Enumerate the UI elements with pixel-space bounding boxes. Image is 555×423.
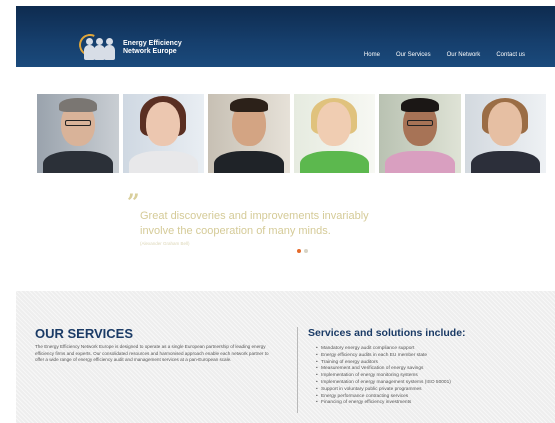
list-item: Implementation of energy management syst…: [316, 380, 451, 387]
main-nav: Home Our Services Our Network Contact us: [348, 52, 525, 58]
slider-quote: Great discoveries and improvements invar…: [140, 210, 369, 237]
quote-author: (Alexander Graham Bell): [140, 241, 190, 246]
services-description: The Energy Efficiency Network Europe is …: [35, 344, 269, 363]
nav-our-services[interactable]: Our Services: [396, 52, 431, 58]
services-title: OUR SERVICES: [35, 326, 134, 341]
team-photo-strip: [37, 94, 546, 173]
list-item: Implementation of energy monitoring syst…: [316, 373, 451, 380]
slider-dot[interactable]: [304, 249, 308, 253]
portrait-photo: [379, 94, 461, 173]
solutions-list: Mandatory energy audit compliance suppor…: [316, 346, 451, 407]
list-item: Mandatory energy audit compliance suppor…: [316, 346, 451, 353]
slider-dot-active[interactable]: [297, 249, 301, 253]
site-logo[interactable]: Energy Efficiency Network Europe: [75, 30, 182, 60]
section-divider: [297, 327, 298, 413]
portrait-photo: [293, 94, 375, 173]
portrait-photo: [37, 94, 119, 173]
list-item: Support in voluntary public private prog…: [316, 387, 451, 394]
solutions-title: Services and solutions include:: [308, 327, 466, 339]
list-item: Energy efficiency audits in each EU memb…: [316, 353, 451, 360]
nav-contact-us[interactable]: Contact us: [496, 52, 525, 58]
nav-home[interactable]: Home: [364, 52, 380, 58]
site-header: Energy Efficiency Network Europe Home Ou…: [16, 6, 555, 67]
slider-pagination: [297, 249, 308, 253]
quote-mark-icon: ”: [127, 190, 140, 216]
logo-text: Energy Efficiency Network Europe: [123, 40, 182, 56]
people-logo-icon: [75, 30, 118, 60]
list-item: Financing of energy efficiency investmen…: [316, 400, 451, 407]
portrait-photo: [464, 94, 546, 173]
portrait-photo: [122, 94, 204, 173]
nav-our-network[interactable]: Our Network: [447, 52, 481, 58]
services-section: OUR SERVICES The Energy Efficiency Netwo…: [16, 291, 555, 423]
logo-line-2: Network Europe: [123, 48, 177, 55]
logo-line-1: Energy Efficiency: [123, 40, 182, 47]
portrait-photo: [208, 94, 290, 173]
